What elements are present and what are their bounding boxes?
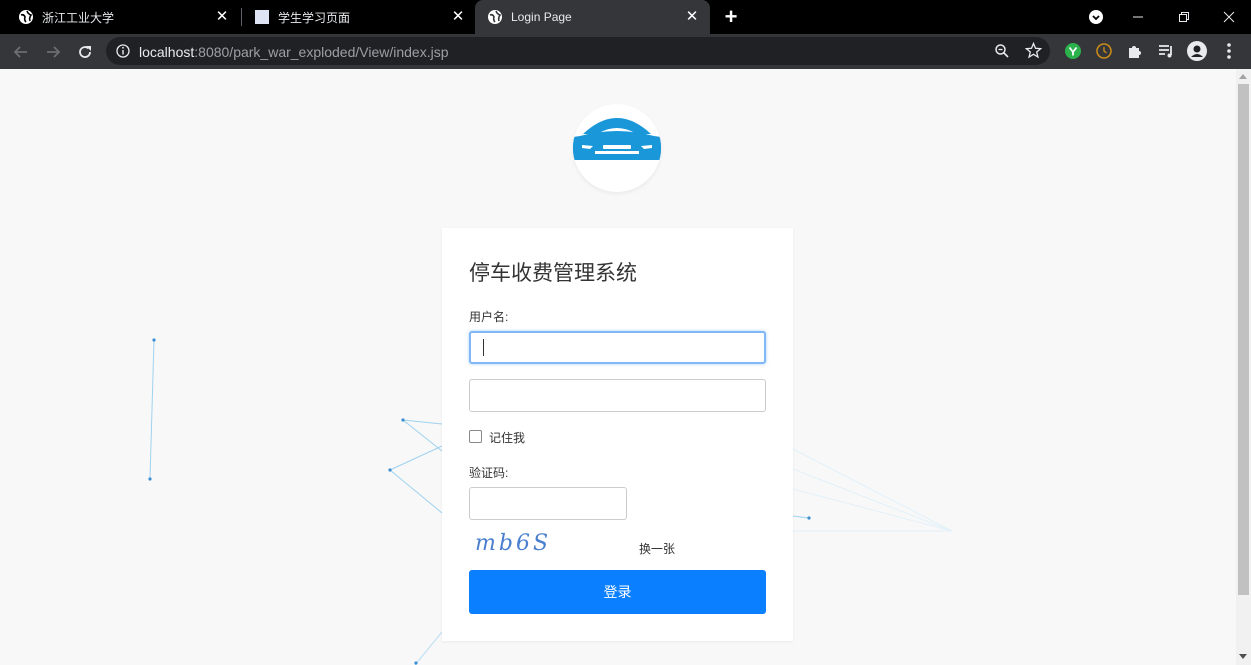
text-caret [483, 339, 484, 356]
tab-2[interactable]: 学生学习页面 ✕ [236, 0, 476, 34]
url-text: localhost:8080/park_war_exploded/View/in… [139, 44, 449, 60]
menu-kebab-icon[interactable] [1219, 41, 1239, 61]
scroll-thumb[interactable] [1238, 84, 1249, 595]
username-label: 用户名: [469, 310, 509, 324]
zoom-icon[interactable] [994, 43, 1010, 64]
globe-icon [487, 9, 503, 25]
close-tab-icon[interactable]: ✕ [450, 9, 466, 25]
forward-arrow-icon[interactable] [41, 40, 65, 64]
close-tab-icon[interactable]: ✕ [684, 9, 700, 25]
extension-clock-icon[interactable] [1094, 41, 1114, 61]
close-tab-icon[interactable]: ✕ [214, 9, 230, 25]
close-window-icon[interactable] [1207, 0, 1251, 34]
tab-3-active[interactable]: Login Page ✕ [475, 0, 710, 34]
captcha-label: 验证码: [469, 466, 509, 480]
extension-y-icon[interactable] [1063, 41, 1083, 61]
page-content: 停车收费管理系统 用户名: 记住我 验证码: mb6S 换一张 登录 [0, 69, 1236, 665]
captcha-image[interactable]: mb6S [475, 531, 551, 556]
profile-avatar-icon[interactable] [1187, 41, 1207, 61]
tab-search-icon[interactable] [1074, 0, 1118, 34]
login-card: 停车收费管理系统 用户名: 记住我 验证码: mb6S 换一张 登录 [442, 228, 793, 641]
login-button[interactable]: 登录 [469, 570, 766, 614]
refresh-captcha-link[interactable]: 换一张 [639, 540, 675, 557]
blank-page-icon [254, 9, 270, 25]
globe-icon [18, 9, 34, 25]
media-queue-icon[interactable] [1156, 41, 1176, 61]
back-arrow-icon[interactable] [9, 40, 33, 64]
tab-title: Login Page [511, 10, 572, 24]
password-input[interactable] [469, 379, 766, 412]
remember-me-label[interactable]: 记住我 [489, 429, 525, 446]
reload-icon[interactable] [73, 40, 97, 64]
tab-title: 浙江工业大学 [42, 10, 115, 25]
info-icon[interactable] [116, 44, 130, 63]
tab-1[interactable]: 浙江工业大学 ✕ [0, 0, 240, 34]
bookmark-star-icon[interactable] [1024, 41, 1043, 64]
system-title: 停车收费管理系统 [469, 262, 637, 285]
car-logo [573, 104, 661, 192]
restore-icon[interactable] [1162, 0, 1206, 34]
username-input[interactable] [469, 331, 766, 364]
minimize-icon[interactable] [1116, 0, 1160, 34]
captcha-input[interactable] [469, 487, 627, 520]
scroll-down-arrow-icon[interactable] [1239, 654, 1247, 659]
address-bar[interactable]: localhost:8080/park_war_exploded/View/in… [106, 37, 1050, 65]
scroll-up-arrow-icon[interactable] [1239, 74, 1247, 79]
tab-title: 学生学习页面 [278, 10, 351, 25]
extensions-puzzle-icon[interactable] [1125, 41, 1145, 61]
browser-toolbar: localhost:8080/park_war_exploded/View/in… [0, 34, 1251, 69]
url-host: localhost [139, 44, 195, 60]
page-scrollbar[interactable] [1236, 69, 1251, 665]
url-path: :8080/park_war_exploded/View/index.jsp [194, 44, 449, 60]
new-tab-button[interactable]: + [721, 6, 741, 28]
car-icon [573, 118, 661, 160]
tab-strip: 浙江工业大学 ✕ 学生学习页面 ✕ Login Page ✕ + [0, 0, 1251, 34]
remember-me-checkbox[interactable] [469, 430, 482, 443]
